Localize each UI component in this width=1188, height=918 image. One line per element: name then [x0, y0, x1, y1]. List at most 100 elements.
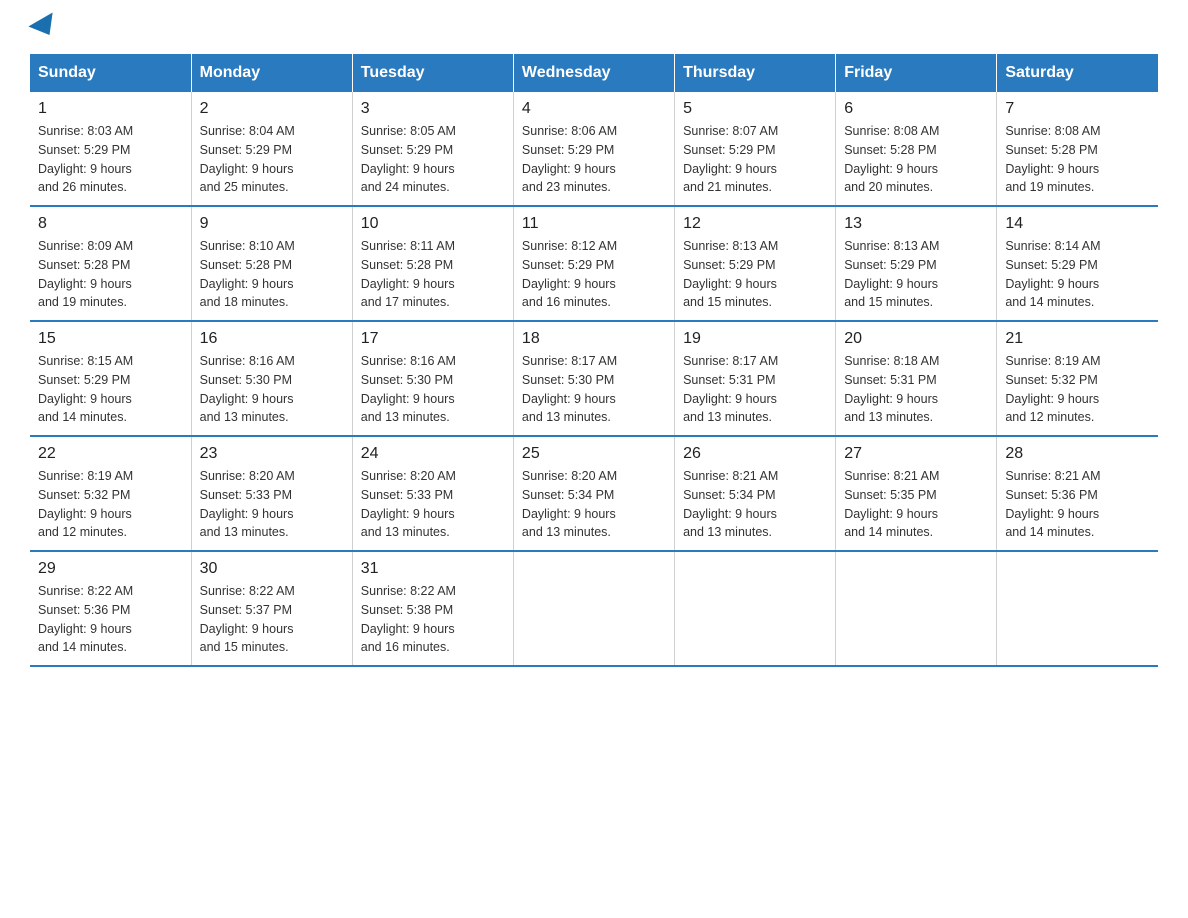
calendar-cell — [836, 551, 997, 666]
day-number: 4 — [522, 100, 666, 118]
day-number: 31 — [361, 560, 505, 578]
day-info: Sunrise: 8:16 AMSunset: 5:30 PMDaylight:… — [361, 354, 456, 424]
day-info: Sunrise: 8:11 AMSunset: 5:28 PMDaylight:… — [361, 239, 455, 309]
calendar-header-wednesday: Wednesday — [513, 54, 674, 92]
day-number: 15 — [38, 330, 183, 348]
day-info: Sunrise: 8:20 AMSunset: 5:33 PMDaylight:… — [200, 469, 295, 539]
day-number: 2 — [200, 100, 344, 118]
day-number: 3 — [361, 100, 505, 118]
calendar-cell: 11 Sunrise: 8:12 AMSunset: 5:29 PMDaylig… — [513, 206, 674, 321]
calendar-cell: 2 Sunrise: 8:04 AMSunset: 5:29 PMDayligh… — [191, 92, 352, 206]
day-info: Sunrise: 8:22 AMSunset: 5:37 PMDaylight:… — [200, 584, 295, 654]
day-info: Sunrise: 8:13 AMSunset: 5:29 PMDaylight:… — [844, 239, 939, 309]
day-number: 19 — [683, 330, 827, 348]
day-info: Sunrise: 8:19 AMSunset: 5:32 PMDaylight:… — [38, 469, 133, 539]
day-info: Sunrise: 8:21 AMSunset: 5:35 PMDaylight:… — [844, 469, 939, 539]
calendar-cell: 5 Sunrise: 8:07 AMSunset: 5:29 PMDayligh… — [675, 92, 836, 206]
calendar-header-tuesday: Tuesday — [352, 54, 513, 92]
calendar-header-monday: Monday — [191, 54, 352, 92]
day-number: 17 — [361, 330, 505, 348]
calendar-cell: 17 Sunrise: 8:16 AMSunset: 5:30 PMDaylig… — [352, 321, 513, 436]
calendar-cell: 15 Sunrise: 8:15 AMSunset: 5:29 PMDaylig… — [30, 321, 191, 436]
logo-arrow-icon — [28, 12, 61, 42]
day-number: 23 — [200, 445, 344, 463]
calendar-cell: 21 Sunrise: 8:19 AMSunset: 5:32 PMDaylig… — [997, 321, 1158, 436]
calendar-cell: 29 Sunrise: 8:22 AMSunset: 5:36 PMDaylig… — [30, 551, 191, 666]
calendar-cell — [513, 551, 674, 666]
day-info: Sunrise: 8:12 AMSunset: 5:29 PMDaylight:… — [522, 239, 617, 309]
calendar-cell: 16 Sunrise: 8:16 AMSunset: 5:30 PMDaylig… — [191, 321, 352, 436]
day-info: Sunrise: 8:09 AMSunset: 5:28 PMDaylight:… — [38, 239, 133, 309]
day-number: 6 — [844, 100, 988, 118]
page-header — [30, 20, 1158, 34]
day-number: 8 — [38, 215, 183, 233]
calendar-week-row: 15 Sunrise: 8:15 AMSunset: 5:29 PMDaylig… — [30, 321, 1158, 436]
calendar-cell: 9 Sunrise: 8:10 AMSunset: 5:28 PMDayligh… — [191, 206, 352, 321]
day-number: 12 — [683, 215, 827, 233]
calendar-cell: 13 Sunrise: 8:13 AMSunset: 5:29 PMDaylig… — [836, 206, 997, 321]
calendar-table: SundayMondayTuesdayWednesdayThursdayFrid… — [30, 54, 1158, 667]
day-number: 21 — [1005, 330, 1150, 348]
day-info: Sunrise: 8:20 AMSunset: 5:34 PMDaylight:… — [522, 469, 617, 539]
calendar-cell: 4 Sunrise: 8:06 AMSunset: 5:29 PMDayligh… — [513, 92, 674, 206]
day-number: 26 — [683, 445, 827, 463]
day-info: Sunrise: 8:21 AMSunset: 5:36 PMDaylight:… — [1005, 469, 1100, 539]
day-info: Sunrise: 8:08 AMSunset: 5:28 PMDaylight:… — [1005, 124, 1100, 194]
calendar-cell: 12 Sunrise: 8:13 AMSunset: 5:29 PMDaylig… — [675, 206, 836, 321]
day-info: Sunrise: 8:14 AMSunset: 5:29 PMDaylight:… — [1005, 239, 1100, 309]
calendar-cell: 27 Sunrise: 8:21 AMSunset: 5:35 PMDaylig… — [836, 436, 997, 551]
day-number: 14 — [1005, 215, 1150, 233]
day-info: Sunrise: 8:22 AMSunset: 5:38 PMDaylight:… — [361, 584, 456, 654]
calendar-cell: 26 Sunrise: 8:21 AMSunset: 5:34 PMDaylig… — [675, 436, 836, 551]
calendar-cell: 18 Sunrise: 8:17 AMSunset: 5:30 PMDaylig… — [513, 321, 674, 436]
day-info: Sunrise: 8:17 AMSunset: 5:31 PMDaylight:… — [683, 354, 778, 424]
day-info: Sunrise: 8:05 AMSunset: 5:29 PMDaylight:… — [361, 124, 456, 194]
day-number: 22 — [38, 445, 183, 463]
day-info: Sunrise: 8:06 AMSunset: 5:29 PMDaylight:… — [522, 124, 617, 194]
calendar-cell: 20 Sunrise: 8:18 AMSunset: 5:31 PMDaylig… — [836, 321, 997, 436]
day-number: 10 — [361, 215, 505, 233]
day-number: 1 — [38, 100, 183, 118]
calendar-cell: 6 Sunrise: 8:08 AMSunset: 5:28 PMDayligh… — [836, 92, 997, 206]
day-number: 28 — [1005, 445, 1150, 463]
day-number: 9 — [200, 215, 344, 233]
calendar-week-row: 29 Sunrise: 8:22 AMSunset: 5:36 PMDaylig… — [30, 551, 1158, 666]
day-info: Sunrise: 8:17 AMSunset: 5:30 PMDaylight:… — [522, 354, 617, 424]
day-number: 13 — [844, 215, 988, 233]
calendar-cell: 10 Sunrise: 8:11 AMSunset: 5:28 PMDaylig… — [352, 206, 513, 321]
day-info: Sunrise: 8:18 AMSunset: 5:31 PMDaylight:… — [844, 354, 939, 424]
calendar-cell: 23 Sunrise: 8:20 AMSunset: 5:33 PMDaylig… — [191, 436, 352, 551]
day-number: 29 — [38, 560, 183, 578]
day-info: Sunrise: 8:16 AMSunset: 5:30 PMDaylight:… — [200, 354, 295, 424]
day-number: 16 — [200, 330, 344, 348]
calendar-cell: 14 Sunrise: 8:14 AMSunset: 5:29 PMDaylig… — [997, 206, 1158, 321]
calendar-cell: 22 Sunrise: 8:19 AMSunset: 5:32 PMDaylig… — [30, 436, 191, 551]
calendar-header-row: SundayMondayTuesdayWednesdayThursdayFrid… — [30, 54, 1158, 92]
calendar-cell: 25 Sunrise: 8:20 AMSunset: 5:34 PMDaylig… — [513, 436, 674, 551]
calendar-cell: 30 Sunrise: 8:22 AMSunset: 5:37 PMDaylig… — [191, 551, 352, 666]
calendar-cell: 8 Sunrise: 8:09 AMSunset: 5:28 PMDayligh… — [30, 206, 191, 321]
day-info: Sunrise: 8:21 AMSunset: 5:34 PMDaylight:… — [683, 469, 778, 539]
day-number: 27 — [844, 445, 988, 463]
calendar-cell: 31 Sunrise: 8:22 AMSunset: 5:38 PMDaylig… — [352, 551, 513, 666]
day-info: Sunrise: 8:22 AMSunset: 5:36 PMDaylight:… — [38, 584, 133, 654]
day-info: Sunrise: 8:04 AMSunset: 5:29 PMDaylight:… — [200, 124, 295, 194]
calendar-cell — [675, 551, 836, 666]
calendar-cell — [997, 551, 1158, 666]
calendar-header-sunday: Sunday — [30, 54, 191, 92]
day-info: Sunrise: 8:15 AMSunset: 5:29 PMDaylight:… — [38, 354, 133, 424]
calendar-header-thursday: Thursday — [675, 54, 836, 92]
calendar-cell: 7 Sunrise: 8:08 AMSunset: 5:28 PMDayligh… — [997, 92, 1158, 206]
day-number: 5 — [683, 100, 827, 118]
calendar-cell: 1 Sunrise: 8:03 AMSunset: 5:29 PMDayligh… — [30, 92, 191, 206]
day-number: 30 — [200, 560, 344, 578]
calendar-week-row: 22 Sunrise: 8:19 AMSunset: 5:32 PMDaylig… — [30, 436, 1158, 551]
calendar-header-friday: Friday — [836, 54, 997, 92]
day-number: 11 — [522, 215, 666, 233]
day-info: Sunrise: 8:10 AMSunset: 5:28 PMDaylight:… — [200, 239, 295, 309]
day-number: 7 — [1005, 100, 1150, 118]
day-number: 25 — [522, 445, 666, 463]
day-info: Sunrise: 8:19 AMSunset: 5:32 PMDaylight:… — [1005, 354, 1100, 424]
calendar-cell: 19 Sunrise: 8:17 AMSunset: 5:31 PMDaylig… — [675, 321, 836, 436]
calendar-week-row: 1 Sunrise: 8:03 AMSunset: 5:29 PMDayligh… — [30, 92, 1158, 206]
